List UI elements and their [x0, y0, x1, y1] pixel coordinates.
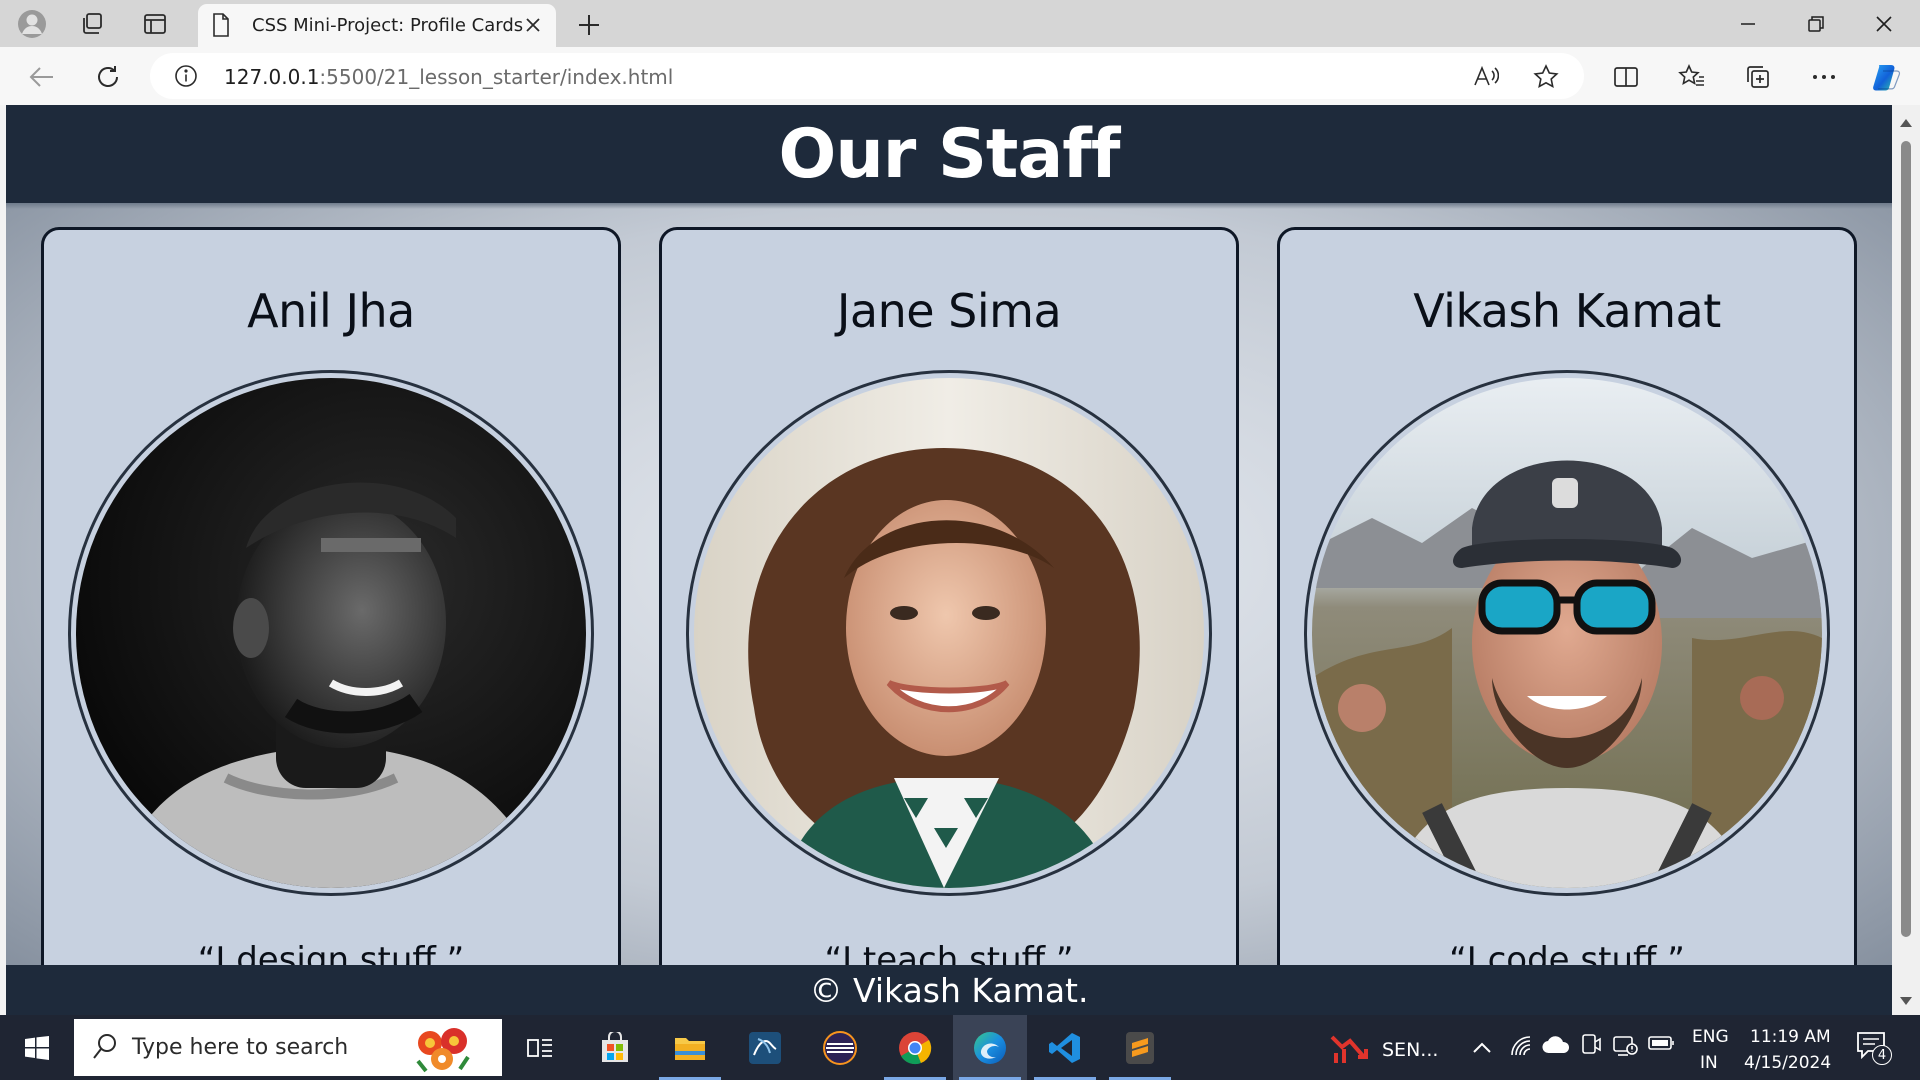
- browser-tab-bar: CSS Mini-Project: Profile Cards: [0, 0, 1920, 47]
- close-window-button[interactable]: [1852, 0, 1916, 47]
- portrait-image: [1312, 378, 1822, 888]
- profile-photo: [686, 370, 1212, 896]
- show-hidden-icons-chevron-icon[interactable]: [1472, 1039, 1492, 1058]
- profile-card-jane: Jane Sima “I teach stuff.”: [659, 227, 1239, 987]
- restore-button[interactable]: [1784, 0, 1848, 47]
- microsoft-store-icon[interactable]: [578, 1015, 652, 1080]
- eclipse-icon[interactable]: [803, 1015, 877, 1080]
- collections-icon[interactable]: [1740, 59, 1776, 95]
- scroll-down-arrow-icon[interactable]: [1899, 991, 1913, 1010]
- close-tab-icon[interactable]: [522, 14, 544, 36]
- copilot-icon[interactable]: [1868, 59, 1904, 95]
- browser-toolbar: 127.0.0.1:5500/21_lesson_starter/index.h…: [0, 47, 1920, 105]
- url-path: :5500/21_lesson_starter/index.html: [319, 65, 674, 89]
- portrait-image: [694, 378, 1204, 888]
- sensex-label[interactable]: SEN...: [1382, 1039, 1438, 1061]
- chrome-icon[interactable]: [878, 1015, 952, 1080]
- more-options-icon[interactable]: [1806, 59, 1842, 95]
- split-screen-icon[interactable]: [1608, 59, 1644, 95]
- clock-time[interactable]: 11:19 AM: [1750, 1027, 1831, 1047]
- page-title: Our Staff: [778, 114, 1121, 194]
- taskbar-search-box[interactable]: Type here to search: [74, 1019, 502, 1076]
- back-button[interactable]: [24, 59, 60, 95]
- scroll-up-arrow-icon[interactable]: [1899, 113, 1913, 132]
- windows-taskbar: Type here to search SEN... ENG IN 11:19 …: [0, 1015, 1920, 1080]
- workspaces-icon[interactable]: [76, 8, 108, 40]
- profile-card-anil: Anil Jha “I design stuff.”: [41, 227, 621, 987]
- profile-name: Vikash Kamat: [1413, 284, 1721, 338]
- page-footer: © Vikash Kamat.: [6, 965, 1892, 1015]
- portrait-image: [76, 378, 586, 888]
- language-region[interactable]: IN: [1700, 1053, 1718, 1073]
- profile-icon[interactable]: [16, 8, 48, 40]
- clock-date[interactable]: 4/15/2024: [1744, 1053, 1831, 1073]
- footer-copyright: © Vikash Kamat.: [809, 970, 1089, 1010]
- site-info-icon[interactable]: [174, 64, 198, 92]
- header-shadow: [6, 203, 1892, 209]
- sublime-text-icon[interactable]: [1103, 1015, 1177, 1080]
- page-viewport: Our Staff Anil Jha “I design stuff.” Jan…: [6, 105, 1892, 1015]
- page-header: Our Staff: [6, 105, 1892, 203]
- edge-icon[interactable]: [953, 1015, 1027, 1080]
- tab-actions-icon[interactable]: [139, 8, 171, 40]
- battery-icon[interactable]: [1648, 1035, 1676, 1055]
- wifi-icon[interactable]: [1508, 1035, 1532, 1061]
- url-text[interactable]: 127.0.0.1:5500/21_lesson_starter/index.h…: [224, 65, 673, 89]
- favorite-star-icon[interactable]: [1532, 64, 1560, 90]
- start-button[interactable]: [0, 1015, 74, 1080]
- mysql-workbench-icon[interactable]: [728, 1015, 802, 1080]
- minimize-button[interactable]: [1716, 0, 1780, 47]
- language-code[interactable]: ENG: [1692, 1027, 1729, 1047]
- vscode-icon[interactable]: [1028, 1015, 1102, 1080]
- profile-name: Anil Jha: [247, 284, 415, 338]
- favorites-icon[interactable]: [1674, 59, 1710, 95]
- search-highlight-flowers-icon: [408, 1021, 478, 1079]
- page-favicon-icon: [212, 13, 230, 41]
- tab-title: CSS Mini-Project: Profile Cards: [252, 15, 524, 36]
- search-icon: [92, 1033, 118, 1065]
- active-tab[interactable]: CSS Mini-Project: Profile Cards: [198, 4, 556, 47]
- sensex-stock-icon[interactable]: [1330, 1029, 1370, 1069]
- task-view-icon[interactable]: [503, 1015, 577, 1080]
- profile-name: Jane Sima: [836, 284, 1062, 338]
- onedrive-cloud-icon[interactable]: [1542, 1035, 1570, 1059]
- new-tab-button[interactable]: [572, 10, 606, 40]
- security-warning-icon[interactable]: [1612, 1033, 1638, 1061]
- profile-card-vikash: Vikash Kamat “I code stuff.”: [1277, 227, 1857, 987]
- scrollbar-thumb[interactable]: [1901, 141, 1911, 937]
- refresh-button[interactable]: [90, 59, 126, 95]
- file-explorer-icon[interactable]: [653, 1015, 727, 1080]
- url-host: 127.0.0.1: [224, 65, 320, 89]
- vertical-scrollbar[interactable]: [1892, 105, 1920, 1015]
- search-placeholder: Type here to search: [132, 1035, 349, 1060]
- profile-photo: [1304, 370, 1830, 896]
- notifications-button[interactable]: 4: [1856, 1031, 1892, 1065]
- notification-count-badge: 4: [1872, 1045, 1892, 1065]
- address-bar[interactable]: 127.0.0.1:5500/21_lesson_starter/index.h…: [150, 53, 1584, 99]
- meet-now-icon[interactable]: [1580, 1033, 1602, 1061]
- profile-photo: [68, 370, 594, 896]
- read-aloud-icon[interactable]: [1472, 64, 1500, 90]
